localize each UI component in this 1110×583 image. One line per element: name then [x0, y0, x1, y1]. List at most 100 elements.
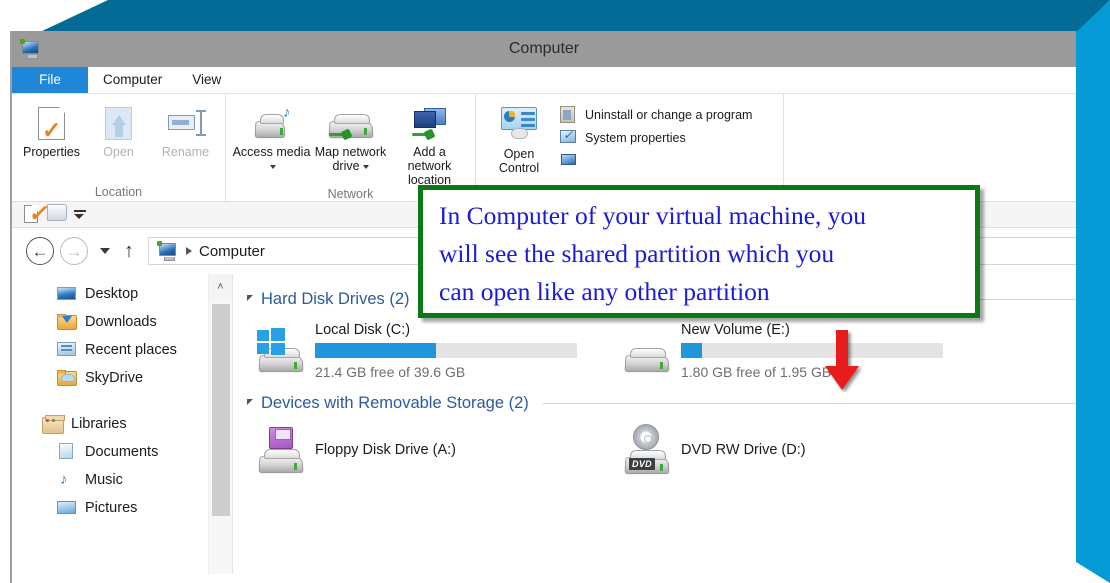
sidebar-item-music[interactable]: ♪ Music [12, 466, 208, 494]
folder-small-icon[interactable] [47, 203, 67, 226]
frame-bevel-top [40, 0, 1110, 32]
capacity-meter-local-disk-c [315, 343, 577, 358]
collapse-triangle-icon[interactable] [247, 295, 253, 301]
sidebar-item-pictures[interactable]: Pictures [12, 494, 208, 522]
back-button[interactable]: ← [26, 237, 54, 265]
tab-computer[interactable]: Computer [88, 66, 178, 93]
window-title: Computer [508, 40, 580, 57]
chevron-down-icon [270, 164, 276, 169]
sidebar-label-documents: Documents [85, 444, 159, 460]
scroll-up-icon[interactable]: ˄ [209, 274, 232, 300]
sidebar-item-desktop[interactable]: Desktop [12, 280, 208, 308]
sidebar-label-libraries: Libraries [71, 416, 127, 432]
drive-name-local-disk-c: Local Disk (C:) [315, 322, 411, 338]
device-name-dvd-d: DVD RW Drive (D:) [681, 442, 806, 458]
system-properties-label: System properties [585, 130, 686, 145]
drive-icon [613, 320, 681, 380]
drive-free-local-disk-c: 21.4 GB free of 39.6 GB [315, 364, 466, 380]
callout-line-1: In Computer of your virtual machine, you [439, 201, 867, 230]
sidebar-label-downloads: Downloads [85, 314, 157, 330]
properties-small-icon[interactable] [24, 202, 47, 225]
floppy-drive-icon [247, 427, 315, 474]
uninstall-program-label: Uninstall or change a program [585, 107, 753, 122]
title-bar: Computer [12, 31, 1076, 67]
recent-places-icon [56, 340, 78, 360]
file-list: Hard Disk Drives (2) Local Disk (C:) 21.… [233, 274, 1076, 574]
libraries-icon [42, 414, 65, 434]
red-down-arrow [825, 330, 859, 390]
access-media-icon: ♪ [254, 104, 291, 142]
annotation-callout: In Computer of your virtual machine, you… [418, 185, 980, 318]
recent-locations-icon[interactable] [100, 248, 110, 254]
add-network-location-icon [410, 104, 450, 142]
device-item-floppy-a[interactable]: Floppy Disk Drive (A:) [247, 426, 613, 474]
map-network-drive-icon [328, 104, 373, 142]
drive-row: Local Disk (C:) 21.4 GB free of 39.6 GB [247, 320, 1076, 380]
uninstall-program-icon [558, 105, 580, 125]
ribbon-group-location: Properties Open Rename [12, 94, 226, 202]
system-properties-icon [558, 128, 580, 148]
sidebar-item-recent-places[interactable]: Recent places [12, 336, 208, 364]
map-network-drive-button[interactable]: Map network drive [311, 98, 390, 173]
sidebar-item-downloads[interactable]: Downloads [12, 308, 208, 336]
tab-view[interactable]: View [177, 66, 236, 93]
section-title-removable-storage: Devices with Removable Storage (2) [261, 393, 529, 412]
section-header-removable-storage[interactable]: Devices with Removable Storage (2) [247, 390, 1076, 416]
tab-file[interactable]: File [12, 66, 88, 93]
add-network-location-button[interactable]: Add a network location [390, 98, 469, 187]
sidebar-label-recent-places: Recent places [85, 342, 177, 358]
skydrive-icon [56, 368, 78, 388]
scrollbar-thumb[interactable] [212, 304, 230, 516]
customize-dropdown-icon[interactable] [74, 210, 86, 219]
device-row: Floppy Disk Drive (A:) DVD DVD RW Drive … [247, 424, 1076, 475]
sidebar-item-documents[interactable]: Documents [12, 438, 208, 466]
sidebar-divider [12, 392, 208, 410]
open-control-panel-button[interactable]: Open Control [482, 98, 556, 175]
open-control-panel-label: Open Control [498, 147, 540, 175]
ribbon-group-location-label: Location [94, 185, 143, 199]
drive-item-local-disk-c[interactable]: Local Disk (C:) 21.4 GB free of 39.6 GB [247, 320, 613, 380]
sidebar-label-music: Music [85, 472, 123, 488]
collapse-triangle-icon[interactable] [247, 399, 253, 405]
pictures-icon [56, 498, 78, 518]
dvd-drive-icon: DVD [613, 424, 681, 475]
music-icon: ♪ [60, 471, 68, 488]
system-properties-button[interactable]: System properties [556, 126, 752, 149]
map-network-drive-button-label: Map network drive [314, 145, 387, 173]
open-icon [105, 104, 132, 142]
explorer-body: Desktop Downloads Recent places SkyDrive… [12, 274, 1076, 574]
breadcrumb-label[interactable]: Computer [199, 243, 265, 260]
open-button-label: Open [103, 145, 134, 159]
rename-icon [167, 104, 206, 142]
access-media-button[interactable]: ♪ Access media [232, 98, 311, 173]
drive-item-new-volume-e[interactable]: New Volume (E:) 1.80 GB free of 1.95 GB [613, 320, 979, 380]
uninstall-program-button[interactable]: Uninstall or change a program [556, 103, 752, 126]
capacity-meter-fill [681, 343, 702, 358]
outer-frame: Computer File Computer View Properties [0, 0, 1110, 583]
manage-button[interactable] [556, 149, 752, 172]
sidebar-item-libraries[interactable]: Libraries [12, 410, 208, 438]
documents-icon [56, 442, 78, 462]
access-media-button-label: Access media [232, 145, 311, 173]
device-item-dvd-d[interactable]: DVD DVD RW Drive (D:) [613, 424, 979, 475]
sidebar-label-skydrive: SkyDrive [85, 370, 144, 386]
rename-button[interactable]: Rename [152, 98, 219, 159]
dvd-badge: DVD [629, 458, 655, 470]
callout-line-3: can open like any other partition [439, 277, 770, 306]
properties-button[interactable]: Properties [18, 98, 85, 159]
add-network-location-button-label: Add a network location [407, 145, 452, 187]
capacity-meter-fill [315, 343, 436, 358]
frame-bevel-right [1076, 0, 1110, 583]
sidebar-label-desktop: Desktop [85, 286, 139, 302]
downloads-folder-icon [56, 312, 78, 332]
open-button[interactable]: Open [85, 98, 152, 159]
navigation-scrollbar[interactable]: ˄ [208, 274, 232, 574]
chevron-down-icon [362, 164, 369, 169]
breadcrumb-separator-icon[interactable] [186, 247, 192, 255]
section-rule [542, 402, 1076, 404]
sidebar-item-skydrive[interactable]: SkyDrive [12, 364, 208, 392]
forward-button[interactable]: → [60, 237, 88, 265]
desktop-icon [56, 284, 78, 304]
up-button[interactable]: ↑ [124, 241, 134, 261]
navigation-pane: Desktop Downloads Recent places SkyDrive… [12, 274, 208, 574]
